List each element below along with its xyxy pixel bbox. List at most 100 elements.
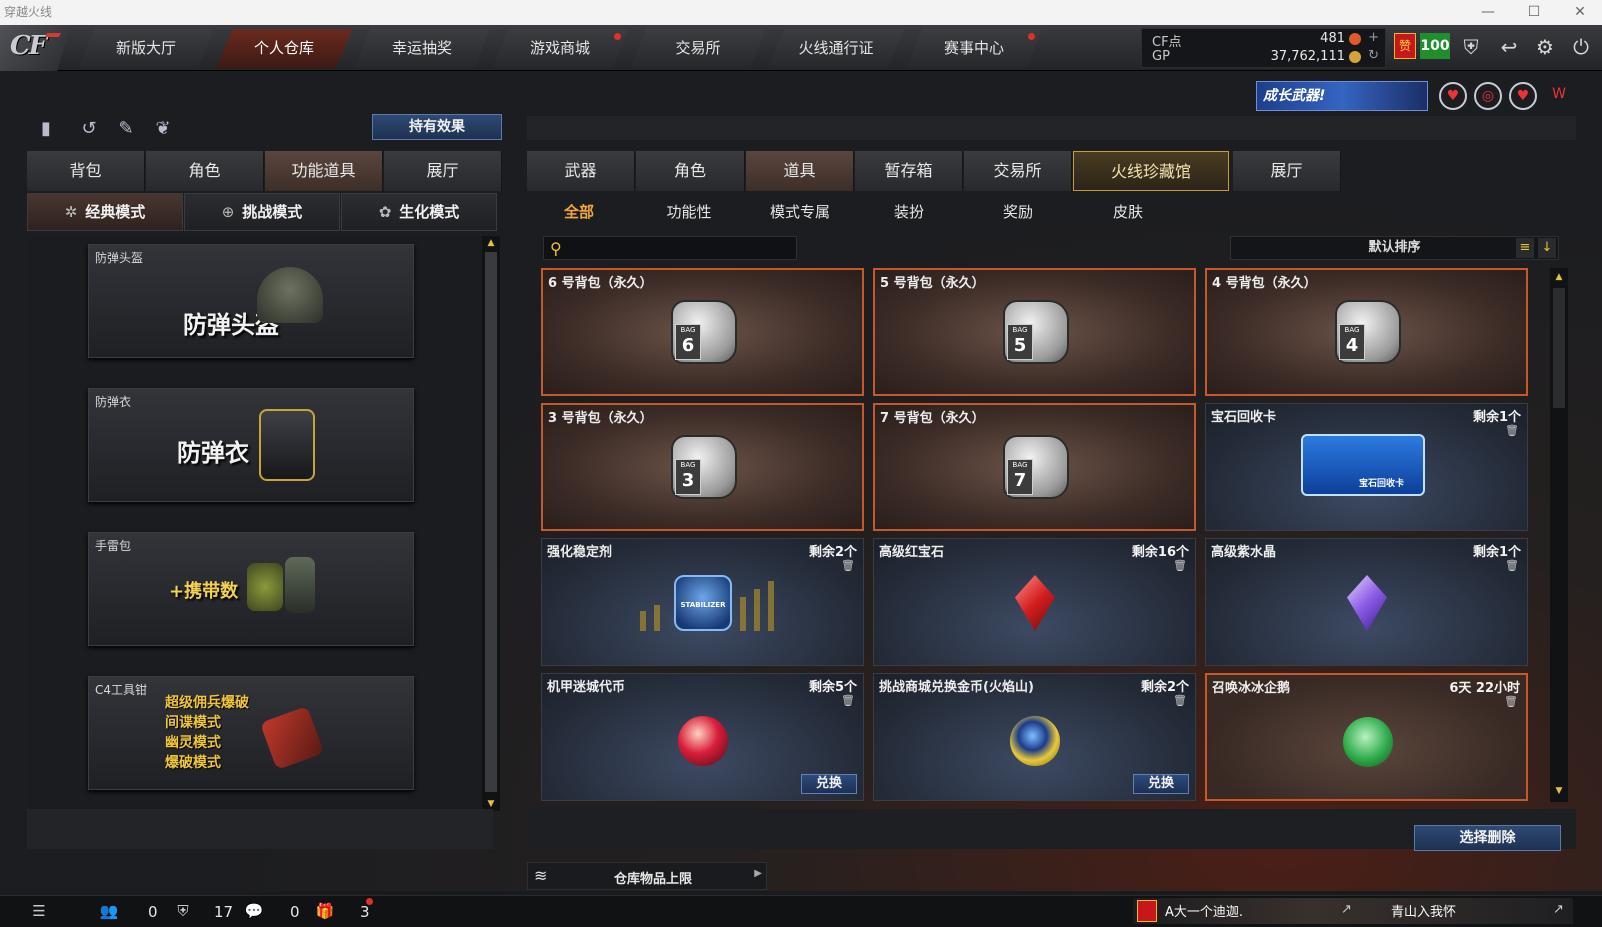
chat-user-2[interactable]: 青山入我怀 bbox=[1391, 901, 1456, 920]
sort-dropdown[interactable]: 默认排序 bbox=[1230, 236, 1559, 260]
item-card[interactable]: 强化稳定剂 剩余2个 🗑 STABILIZER bbox=[541, 538, 864, 666]
nav-tab-5[interactable]: 火线通行证 bbox=[768, 29, 904, 69]
c4-toolkit-card[interactable]: C4工具钳 超级佣兵爆破 间谍模式 幽灵模式 爆破模式 bbox=[88, 676, 414, 790]
subtab-0[interactable]: 全部 bbox=[524, 200, 634, 224]
menu-icon[interactable]: ☰ bbox=[28, 900, 50, 922]
item-card[interactable]: 机甲迷城代币 剩余5个 🗑 兑换 bbox=[541, 673, 864, 801]
trash-icon[interactable]: 🗑 bbox=[1505, 424, 1519, 438]
item-card[interactable]: 7 号背包（永久） BAG 7 bbox=[873, 403, 1196, 531]
globe-icon[interactable]: ◎ bbox=[1474, 82, 1502, 110]
left-scrollbar[interactable]: ▲ ▼ bbox=[482, 236, 500, 811]
right-tab-4[interactable]: 交易所 bbox=[964, 151, 1072, 191]
scroll-up-arrow[interactable]: ▲ bbox=[485, 238, 497, 248]
grenade-pack-card[interactable]: 手雷包 +携带数 bbox=[88, 532, 414, 646]
trash-icon[interactable]: 🗑 bbox=[841, 694, 855, 708]
exchange-button[interactable]: 兑换 bbox=[1133, 774, 1189, 794]
right-tab-3[interactable]: 暂存箱 bbox=[855, 151, 963, 191]
scroll-thumb[interactable] bbox=[485, 252, 497, 792]
nav-tab-0[interactable]: 新版大厅 bbox=[78, 29, 214, 69]
trash-icon[interactable]: 🗑 bbox=[1505, 559, 1519, 573]
subtab-2[interactable]: 模式专属 bbox=[745, 200, 855, 224]
vip-badge[interactable]: 赞 bbox=[1394, 33, 1416, 59]
nav-tab-3[interactable]: 游戏商城 bbox=[492, 29, 628, 69]
item-card[interactable]: 召唤冰冰企鹅 6天 22小时 🗑 bbox=[1205, 673, 1528, 801]
subtab-1[interactable]: 功能性 bbox=[634, 200, 744, 224]
select-delete-button[interactable]: 选择删除 bbox=[1414, 825, 1561, 851]
right-tab-0[interactable]: 武器 bbox=[527, 151, 635, 191]
chat-user-1[interactable]: A大一个迪迦. bbox=[1165, 901, 1243, 920]
cf-topup-button[interactable]: + bbox=[1368, 30, 1379, 45]
exchange-button[interactable]: 兑换 bbox=[801, 774, 857, 794]
right-tab-1[interactable]: 角色 bbox=[636, 151, 745, 191]
maximize-button[interactable]: ☐ bbox=[1514, 0, 1554, 25]
left-tab-3[interactable]: 展厅 bbox=[384, 151, 502, 191]
level-badge[interactable]: 100 bbox=[1420, 33, 1450, 59]
stats-icon[interactable]: ▮ bbox=[33, 116, 59, 142]
friends-icon[interactable]: 👥 bbox=[98, 900, 120, 922]
item-card[interactable]: 5 号背包（永久） BAG 5 bbox=[873, 268, 1196, 396]
grid-scroll-up[interactable]: ▲ bbox=[1553, 272, 1565, 282]
history-icon[interactable]: ↺ bbox=[76, 116, 102, 142]
item-card[interactable]: 宝石回收卡 剩余1个 🗑 宝石回收卡 bbox=[1205, 403, 1528, 531]
nav-tab-4[interactable]: 交易所 bbox=[630, 29, 766, 69]
search-box[interactable]: ⚲ bbox=[543, 236, 797, 260]
shield-icon[interactable]: ⛨ bbox=[1456, 32, 1486, 62]
vest-card[interactable]: 防弹衣 防弹衣 bbox=[88, 388, 414, 502]
chat-ticker[interactable]: A大一个迪迦. ↗ 青山入我怀 ↗ bbox=[1133, 898, 1573, 924]
expand-icon[interactable]: ↗ bbox=[1553, 902, 1564, 917]
holding-effect-button[interactable]: 持有效果 bbox=[372, 114, 502, 140]
heart-icon[interactable]: ♥ bbox=[1509, 82, 1537, 110]
mode-tab-1[interactable]: ⊕ 挑战模式 bbox=[184, 193, 340, 231]
grid-scroll-down[interactable]: ▼ bbox=[1553, 786, 1565, 796]
item-card[interactable]: 挑战商城兑换金币(火焰山) 剩余2个 🗑 兑换 bbox=[873, 673, 1196, 801]
mode-tab-0[interactable]: ✲ 经典模式 bbox=[27, 193, 183, 231]
gp-refresh-button[interactable]: ↻ bbox=[1368, 48, 1379, 63]
expand-icon[interactable]: ↗ bbox=[1341, 902, 1352, 917]
subtab-5[interactable]: 皮肤 bbox=[1073, 200, 1183, 224]
item-card[interactable]: 4 号背包（永久） BAG 4 bbox=[1205, 268, 1528, 396]
right-tab-2[interactable]: 道具 bbox=[746, 151, 854, 191]
item-card[interactable]: 高级红宝石 剩余16个 🗑 bbox=[873, 538, 1196, 666]
list-view-icon[interactable]: ≡ bbox=[1516, 238, 1534, 258]
grid-scrollbar[interactable]: ▲ ▼ bbox=[1550, 268, 1568, 802]
search-input[interactable] bbox=[572, 239, 792, 257]
gem-recycle-card-icon: 宝石回收卡 bbox=[1301, 434, 1425, 496]
emblem-icon[interactable]: ♥ bbox=[1439, 82, 1467, 110]
return-icon[interactable]: ↩ bbox=[1494, 32, 1524, 62]
trash-icon[interactable]: 🗑 bbox=[1504, 695, 1518, 709]
item-card[interactable]: 3 号背包（永久） BAG 3 bbox=[541, 403, 864, 531]
wings-icon[interactable]: W bbox=[1545, 82, 1573, 110]
subtab-4[interactable]: 奖励 bbox=[963, 200, 1073, 224]
clan-icon[interactable]: ⛨ bbox=[172, 900, 194, 922]
storage-limit-bar[interactable]: ≋ 仓库物品上限 ▶ bbox=[527, 862, 767, 890]
mode-tab-2[interactable]: ✿ 生化模式 bbox=[341, 193, 497, 231]
trash-icon[interactable]: 🗑 bbox=[1173, 559, 1187, 573]
scroll-down-arrow[interactable]: ▼ bbox=[485, 799, 497, 809]
nav-tab-1[interactable]: 个人仓库 bbox=[216, 29, 352, 69]
right-tab-6[interactable]: 展厅 bbox=[1233, 151, 1341, 191]
helmet-card[interactable]: 防弹头盔 防弹头盔 bbox=[88, 244, 414, 358]
sort-order-icon[interactable]: ↓ bbox=[1538, 238, 1556, 258]
promo-banner[interactable]: 成长武器! bbox=[1256, 81, 1428, 111]
minimize-button[interactable]: — bbox=[1468, 0, 1508, 25]
cf-logo: CF bbox=[0, 25, 70, 71]
close-button[interactable]: ✕ bbox=[1560, 0, 1600, 25]
item-card[interactable]: 6 号背包（永久） BAG 6 bbox=[541, 268, 864, 396]
trash-icon[interactable]: 🗑 bbox=[1173, 694, 1187, 708]
grenade-icon[interactable]: ❦ bbox=[150, 116, 176, 142]
left-tab-1[interactable]: 角色 bbox=[146, 151, 264, 191]
character-icon[interactable]: ✎ bbox=[113, 116, 139, 142]
left-tab-0[interactable]: 背包 bbox=[27, 151, 145, 191]
right-tab-5[interactable]: 火线珍藏馆 bbox=[1073, 151, 1229, 191]
gift-icon[interactable]: 🎁 bbox=[314, 900, 336, 922]
subtab-3[interactable]: 装扮 bbox=[854, 200, 964, 224]
chat-icon[interactable]: 💬 bbox=[243, 900, 265, 922]
left-tab-2[interactable]: 功能道具 bbox=[265, 151, 383, 191]
grid-scroll-thumb[interactable] bbox=[1553, 288, 1565, 408]
item-card[interactable]: 高级紫水晶 剩余1个 🗑 bbox=[1205, 538, 1528, 666]
power-icon[interactable]: ⏻ bbox=[1566, 32, 1596, 62]
settings-icon[interactable]: ⚙ bbox=[1530, 32, 1560, 62]
nav-tab-6[interactable]: 赛事中心 bbox=[906, 29, 1042, 69]
trash-icon[interactable]: 🗑 bbox=[841, 559, 855, 573]
nav-tab-2[interactable]: 幸运抽奖 bbox=[354, 29, 490, 69]
